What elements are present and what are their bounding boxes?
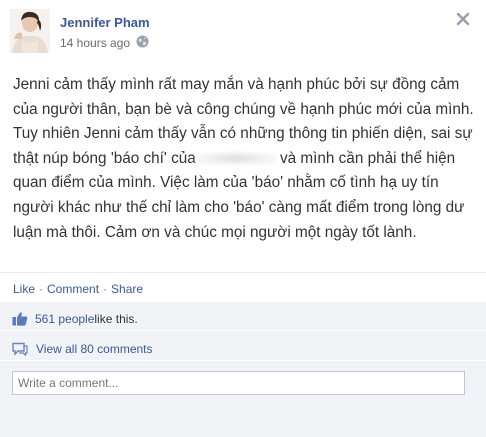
likes-suffix: like this. <box>94 311 138 326</box>
write-comment-input[interactable]: Write a comment... <box>12 371 465 395</box>
view-comments-row: View all 80 comments <box>12 342 153 356</box>
post-message: Jenni cảm thấy mình rất may mắn và hạnh … <box>13 73 475 245</box>
likes-row: 561 people like this. <box>12 311 138 326</box>
close-icon[interactable] <box>456 12 470 26</box>
row-divider <box>0 330 486 331</box>
like-link[interactable]: Like <box>13 282 35 296</box>
comment-bubble-icon <box>12 342 28 356</box>
feed-story: Jennifer Pham 14 hours ago Jenni cảm thấ… <box>0 0 486 437</box>
share-link[interactable]: Share <box>111 282 143 296</box>
row-divider <box>0 360 486 361</box>
story-actions: Like · Comment · Share <box>13 282 143 296</box>
separator: · <box>103 282 108 296</box>
timestamp[interactable]: 14 hours ago <box>60 36 130 50</box>
globe-icon[interactable] <box>136 35 149 51</box>
thumbs-up-icon <box>12 311 28 326</box>
divider <box>0 272 486 273</box>
likes-count-link[interactable]: 561 people <box>35 312 94 326</box>
story-meta: 14 hours ago <box>60 35 149 51</box>
avatar[interactable] <box>10 9 50 53</box>
comment-link[interactable]: Comment <box>47 282 99 296</box>
author-name[interactable]: Jennifer Pham <box>60 15 150 30</box>
redacted-blur <box>195 152 276 166</box>
view-all-comments-link[interactable]: View all 80 comments <box>36 342 153 356</box>
separator: · <box>39 282 44 296</box>
